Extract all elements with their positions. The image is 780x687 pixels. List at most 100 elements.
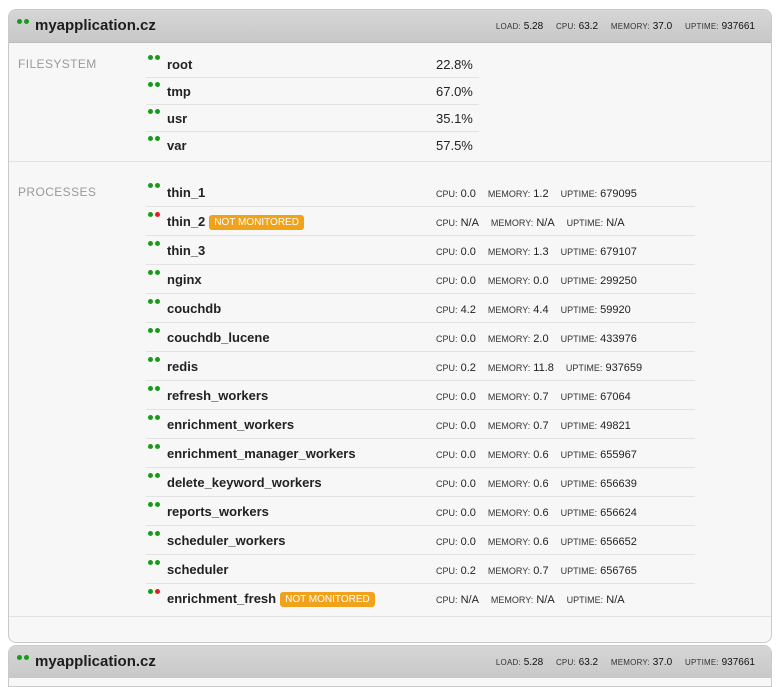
process-name: delete_keyword_workers bbox=[167, 475, 322, 490]
filesystem-row[interactable]: tmp 67.0% bbox=[146, 77, 479, 105]
uptime-value: N/A bbox=[606, 217, 625, 229]
filesystem-percent: 57.5% bbox=[436, 138, 473, 153]
cpu-label: CPU: bbox=[436, 189, 458, 199]
process-row[interactable]: reports_workers CPU: 0.0 MEMORY: 0.6 UPTIME… bbox=[146, 497, 695, 526]
status-dots-icon bbox=[148, 328, 160, 333]
filesystem-name: root bbox=[167, 57, 193, 72]
uptime-value: 67064 bbox=[600, 391, 631, 403]
memory-label: MEMORY: bbox=[487, 305, 531, 315]
process-name-text: thin_1 bbox=[167, 185, 206, 200]
cpu-value: 0.0 bbox=[460, 391, 476, 403]
server-panel-2: myapplication.cz LOAD: 5.28 CPU: 63.2 ME… bbox=[8, 645, 772, 687]
uptime-label: UPTIME: bbox=[560, 305, 598, 315]
status-dots-icon bbox=[17, 655, 29, 660]
process-row[interactable]: couchdb_lucene CPU: 0.0 MEMORY: 2.0 UPTIME:… bbox=[146, 323, 695, 352]
uptime-value: 937661 bbox=[721, 657, 755, 668]
cpu-label: CPU: bbox=[436, 537, 458, 547]
load-label: LOAD: bbox=[495, 22, 521, 31]
cpu-label: CPU: bbox=[555, 658, 576, 667]
status-dots-icon bbox=[148, 589, 160, 594]
process-stats: CPU: 0.0 MEMORY: 1.2 UPTIME: 679095 bbox=[436, 188, 649, 200]
server-header[interactable]: myapplication.cz LOAD: 5.28 CPU: 63.2 ME… bbox=[9, 10, 771, 43]
cpu-value: 0.0 bbox=[460, 507, 476, 519]
uptime-label: UPTIME: bbox=[560, 189, 598, 199]
server-title-2[interactable]: myapplication.cz bbox=[35, 653, 156, 670]
process-name: scheduler_workers bbox=[167, 533, 286, 548]
process-stats: CPU: N/A MEMORY: N/A UPTIME: N/A bbox=[436, 217, 637, 229]
uptime-label: UPTIME: bbox=[684, 22, 719, 31]
uptime-value: 59920 bbox=[600, 304, 631, 316]
uptime-label: UPTIME: bbox=[560, 450, 598, 460]
status-dots-icon bbox=[17, 19, 29, 24]
filesystem-percent: 22.8% bbox=[436, 57, 473, 72]
load-label: LOAD: bbox=[495, 658, 521, 667]
process-row[interactable]: redis CPU: 0.2 MEMORY: 11.8 UPTIME: 937659 bbox=[146, 352, 695, 381]
process-row[interactable]: enrichment_fresh NOT MONITORED CPU: N/A MEM… bbox=[146, 584, 695, 612]
filesystem-label: FILESYSTEM bbox=[18, 57, 97, 71]
status-dots-icon bbox=[148, 502, 160, 507]
uptime-value: 679107 bbox=[600, 246, 637, 258]
uptime-value: 656639 bbox=[600, 478, 637, 490]
cpu-label: CPU: bbox=[555, 22, 576, 31]
status-dots-icon bbox=[148, 531, 160, 536]
process-name: couchdb bbox=[167, 301, 221, 316]
process-name-text: nginx bbox=[167, 272, 202, 287]
status-dots-icon bbox=[148, 444, 160, 449]
process-name-text: enrichment_fresh bbox=[167, 591, 277, 606]
process-name-text: scheduler bbox=[167, 562, 229, 577]
memory-value: 0.6 bbox=[533, 536, 549, 548]
status-dots-icon bbox=[148, 109, 160, 114]
process-row[interactable]: thin_1 CPU: 0.0 MEMORY: 1.2 UPTIME: 679095 bbox=[146, 178, 695, 207]
server-stats-2: LOAD: 5.28 CPU: 63.2 MEMORY: 37.0 UPTIME… bbox=[496, 657, 755, 668]
not-monitored-badge: NOT MONITORED bbox=[280, 592, 375, 607]
uptime-value: 656652 bbox=[600, 536, 637, 548]
status-dots-icon bbox=[148, 212, 160, 217]
process-row[interactable]: thin_2 NOT MONITORED CPU: N/A MEMORY: N/A UP… bbox=[146, 207, 695, 236]
server-title[interactable]: myapplication.cz bbox=[35, 17, 156, 34]
memory-value: 0.6 bbox=[533, 507, 549, 519]
filesystem-row[interactable]: root 22.8% bbox=[146, 50, 479, 78]
uptime-label: UPTIME: bbox=[560, 247, 598, 257]
process-stats: CPU: 0.0 MEMORY: 2.0 UPTIME: 433976 bbox=[436, 333, 649, 345]
process-row[interactable]: thin_3 CPU: 0.0 MEMORY: 1.3 UPTIME: 679107 bbox=[146, 236, 695, 265]
process-row[interactable]: delete_keyword_workers CPU: 0.0 MEMORY: 0.… bbox=[146, 468, 695, 497]
process-row[interactable]: scheduler CPU: 0.2 MEMORY: 0.7 UPTIME: 6567… bbox=[146, 555, 695, 584]
memory-value: 37.0 bbox=[652, 21, 673, 32]
memory-label: MEMORY: bbox=[487, 479, 531, 489]
filesystem-row[interactable]: var 57.5% bbox=[146, 131, 479, 158]
process-name-text: delete_keyword_workers bbox=[167, 475, 322, 490]
cpu-label: CPU: bbox=[436, 508, 458, 518]
process-row[interactable]: nginx CPU: 0.0 MEMORY: 0.0 UPTIME: 299250 bbox=[146, 265, 695, 294]
process-name-text: couchdb bbox=[167, 301, 222, 316]
process-row[interactable]: scheduler_workers CPU: 0.0 MEMORY: 0.6 UPTI… bbox=[146, 526, 695, 555]
server-header-2[interactable]: myapplication.cz LOAD: 5.28 CPU: 63.2 ME… bbox=[9, 646, 771, 678]
process-name: couchdb_lucene bbox=[167, 330, 270, 345]
uptime-value: 433976 bbox=[600, 333, 637, 345]
process-row[interactable]: refresh_workers CPU: 0.0 MEMORY: 0.7 UPTIME… bbox=[146, 381, 695, 410]
memory-label: MEMORY: bbox=[487, 392, 531, 402]
process-stats: CPU: 0.0 MEMORY: 0.6 UPTIME: 655967 bbox=[436, 449, 649, 461]
memory-value: 0.7 bbox=[533, 391, 549, 403]
cpu-value: 0.0 bbox=[460, 188, 476, 200]
memory-value: N/A bbox=[536, 594, 555, 606]
process-name-text: reports_workers bbox=[167, 504, 269, 519]
cpu-label: CPU: bbox=[436, 421, 458, 431]
memory-label: MEMORY: bbox=[490, 595, 534, 605]
processes-label: PROCESSES bbox=[18, 185, 97, 199]
process-row[interactable]: couchdb CPU: 4.2 MEMORY: 4.4 UPTIME: 59920 bbox=[146, 294, 695, 323]
process-stats: CPU: 4.2 MEMORY: 4.4 UPTIME: 59920 bbox=[436, 304, 643, 316]
cpu-value: 0.0 bbox=[460, 420, 476, 432]
cpu-value: 0.2 bbox=[460, 565, 476, 577]
cpu-label: CPU: bbox=[436, 276, 458, 286]
uptime-label: UPTIME: bbox=[560, 334, 598, 344]
process-row[interactable]: enrichment_manager_workers CPU: 0.0 MEMORY… bbox=[146, 439, 695, 468]
process-name: redis bbox=[167, 359, 198, 374]
filesystem-row[interactable]: usr 35.1% bbox=[146, 104, 479, 132]
memory-value: 0.6 bbox=[533, 478, 549, 490]
uptime-label: UPTIME: bbox=[566, 595, 604, 605]
filesystem-name: tmp bbox=[167, 84, 191, 99]
memory-label: MEMORY: bbox=[487, 363, 531, 373]
process-row[interactable]: enrichment_workers CPU: 0.0 MEMORY: 0.7 UPT… bbox=[146, 410, 695, 439]
memory-label: MEMORY: bbox=[487, 421, 531, 431]
process-name: thin_2 NOT MONITORED bbox=[167, 214, 304, 231]
